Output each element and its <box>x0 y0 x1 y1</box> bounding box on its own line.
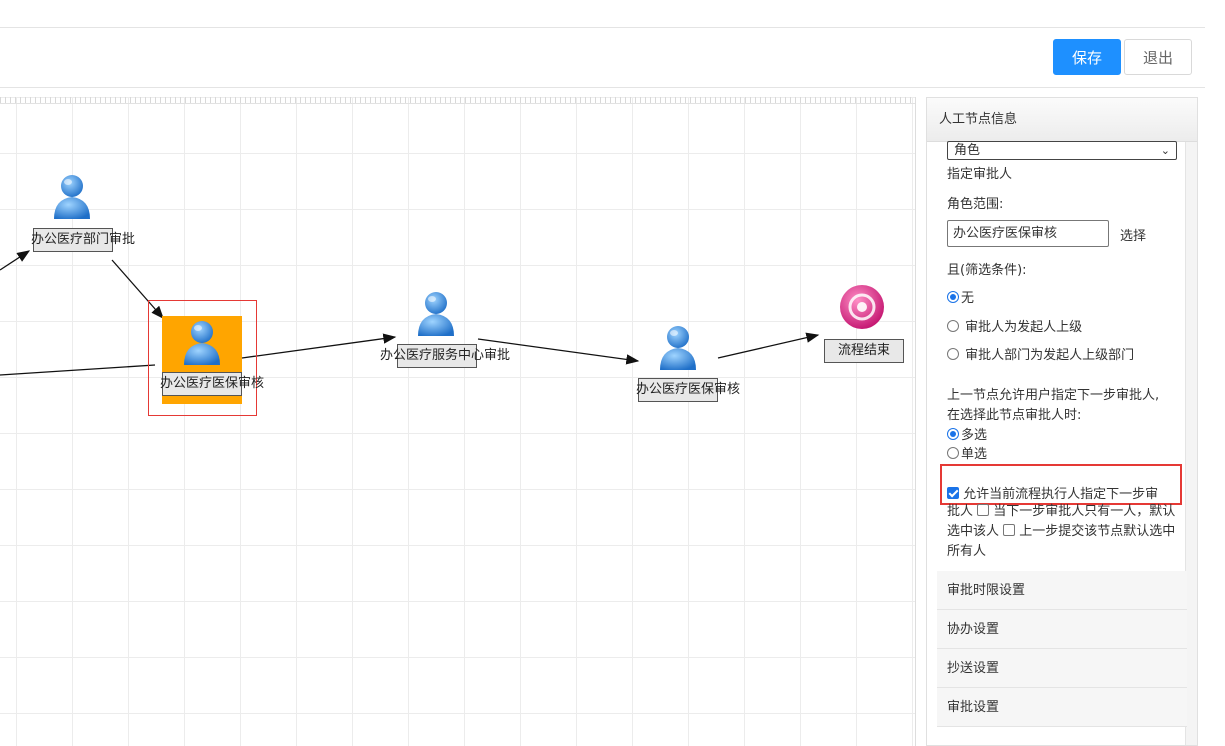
prev-node-text-2: 在选择此节点审批人时: <box>947 408 1082 423</box>
filter-label: 且(筛选条件): <box>947 263 1027 278</box>
person-icon <box>418 292 454 336</box>
end-disc-icon <box>840 285 884 329</box>
node-info-panel: 人工节点信息 角色 ⌄ 指定审批人 角色范围: 办公医疗医保审核 选择 且(筛选… <box>926 97 1198 746</box>
filter-option-superior-dept[interactable]: 审批人部门为发起人上级部门 <box>947 344 1134 363</box>
chevron-down-icon: ⌄ <box>1160 144 1170 157</box>
exit-button[interactable]: 退出 <box>1124 39 1192 75</box>
section-assist[interactable]: 协办设置 <box>937 610 1187 649</box>
node-label: 办公医疗部门审批 <box>31 228 135 252</box>
radio-selected[interactable] <box>947 291 959 303</box>
mode-option-single[interactable]: 单选 <box>947 443 987 462</box>
role-range-label: 角色范围: <box>947 197 1004 212</box>
designate-label: 指定审批人 <box>947 167 1013 182</box>
select-all-checkbox[interactable] <box>1003 524 1016 536</box>
workflow-canvas[interactable]: 办公医疗部门审批 办公医疗医保审核 办公医疗服务中心审批 办公医疗医保审核 流程… <box>0 97 916 746</box>
edge-start-to-selected[interactable] <box>0 364 156 376</box>
select-role-link[interactable]: 选择 <box>1120 225 1146 244</box>
filter-option-none[interactable]: 无 <box>947 287 974 306</box>
person-icon <box>660 326 696 370</box>
role-range-input[interactable]: 办公医疗医保审核 <box>947 220 1109 247</box>
checkbox-options-text: 批人 当下一步审批人只有一人，默认选中该人 上一步提交该节点默认选中所有人 <box>947 504 1176 559</box>
node-label: 办公医疗医保审核 <box>636 378 740 402</box>
workflow-edges <box>0 250 820 376</box>
mode-option-multi[interactable]: 多选 <box>947 424 987 443</box>
filter-option-superior[interactable]: 审批人为发起人上级 <box>947 316 1082 335</box>
panel-title: 人工节点信息 <box>927 98 1197 142</box>
radio[interactable] <box>947 447 959 459</box>
allow-designate-option[interactable]: 允许当前流程执行人指定下一步审 <box>947 483 1158 502</box>
edge-review-to-end[interactable] <box>717 332 820 359</box>
toolbar: 保存 退出 <box>0 28 1205 88</box>
node-label: 办公医疗服务中心审批 <box>380 344 510 368</box>
radio[interactable] <box>947 348 959 360</box>
radio-selected[interactable] <box>947 428 959 440</box>
section-time-limit[interactable]: 审批时限设置 <box>937 571 1187 610</box>
node-label: 办公医疗医保审核 <box>160 372 264 396</box>
section-cc[interactable]: 抄送设置 <box>937 649 1187 688</box>
checkbox-checked[interactable] <box>947 487 959 499</box>
approver-type-select[interactable]: 角色 ⌄ <box>947 141 1177 160</box>
save-button[interactable]: 保存 <box>1053 39 1121 75</box>
person-icon <box>54 175 90 219</box>
only-one-checkbox[interactable] <box>977 504 990 516</box>
section-approval[interactable]: 审批设置 <box>937 688 1187 727</box>
prev-node-text-1: 上一节点允许用户指定下一步审批人, <box>947 388 1160 403</box>
person-icon <box>184 321 220 365</box>
edge-start-to-dept[interactable] <box>0 250 31 271</box>
edge-selected-to-service[interactable] <box>241 333 397 359</box>
radio[interactable] <box>947 320 959 332</box>
node-label: 流程结束 <box>824 339 904 363</box>
